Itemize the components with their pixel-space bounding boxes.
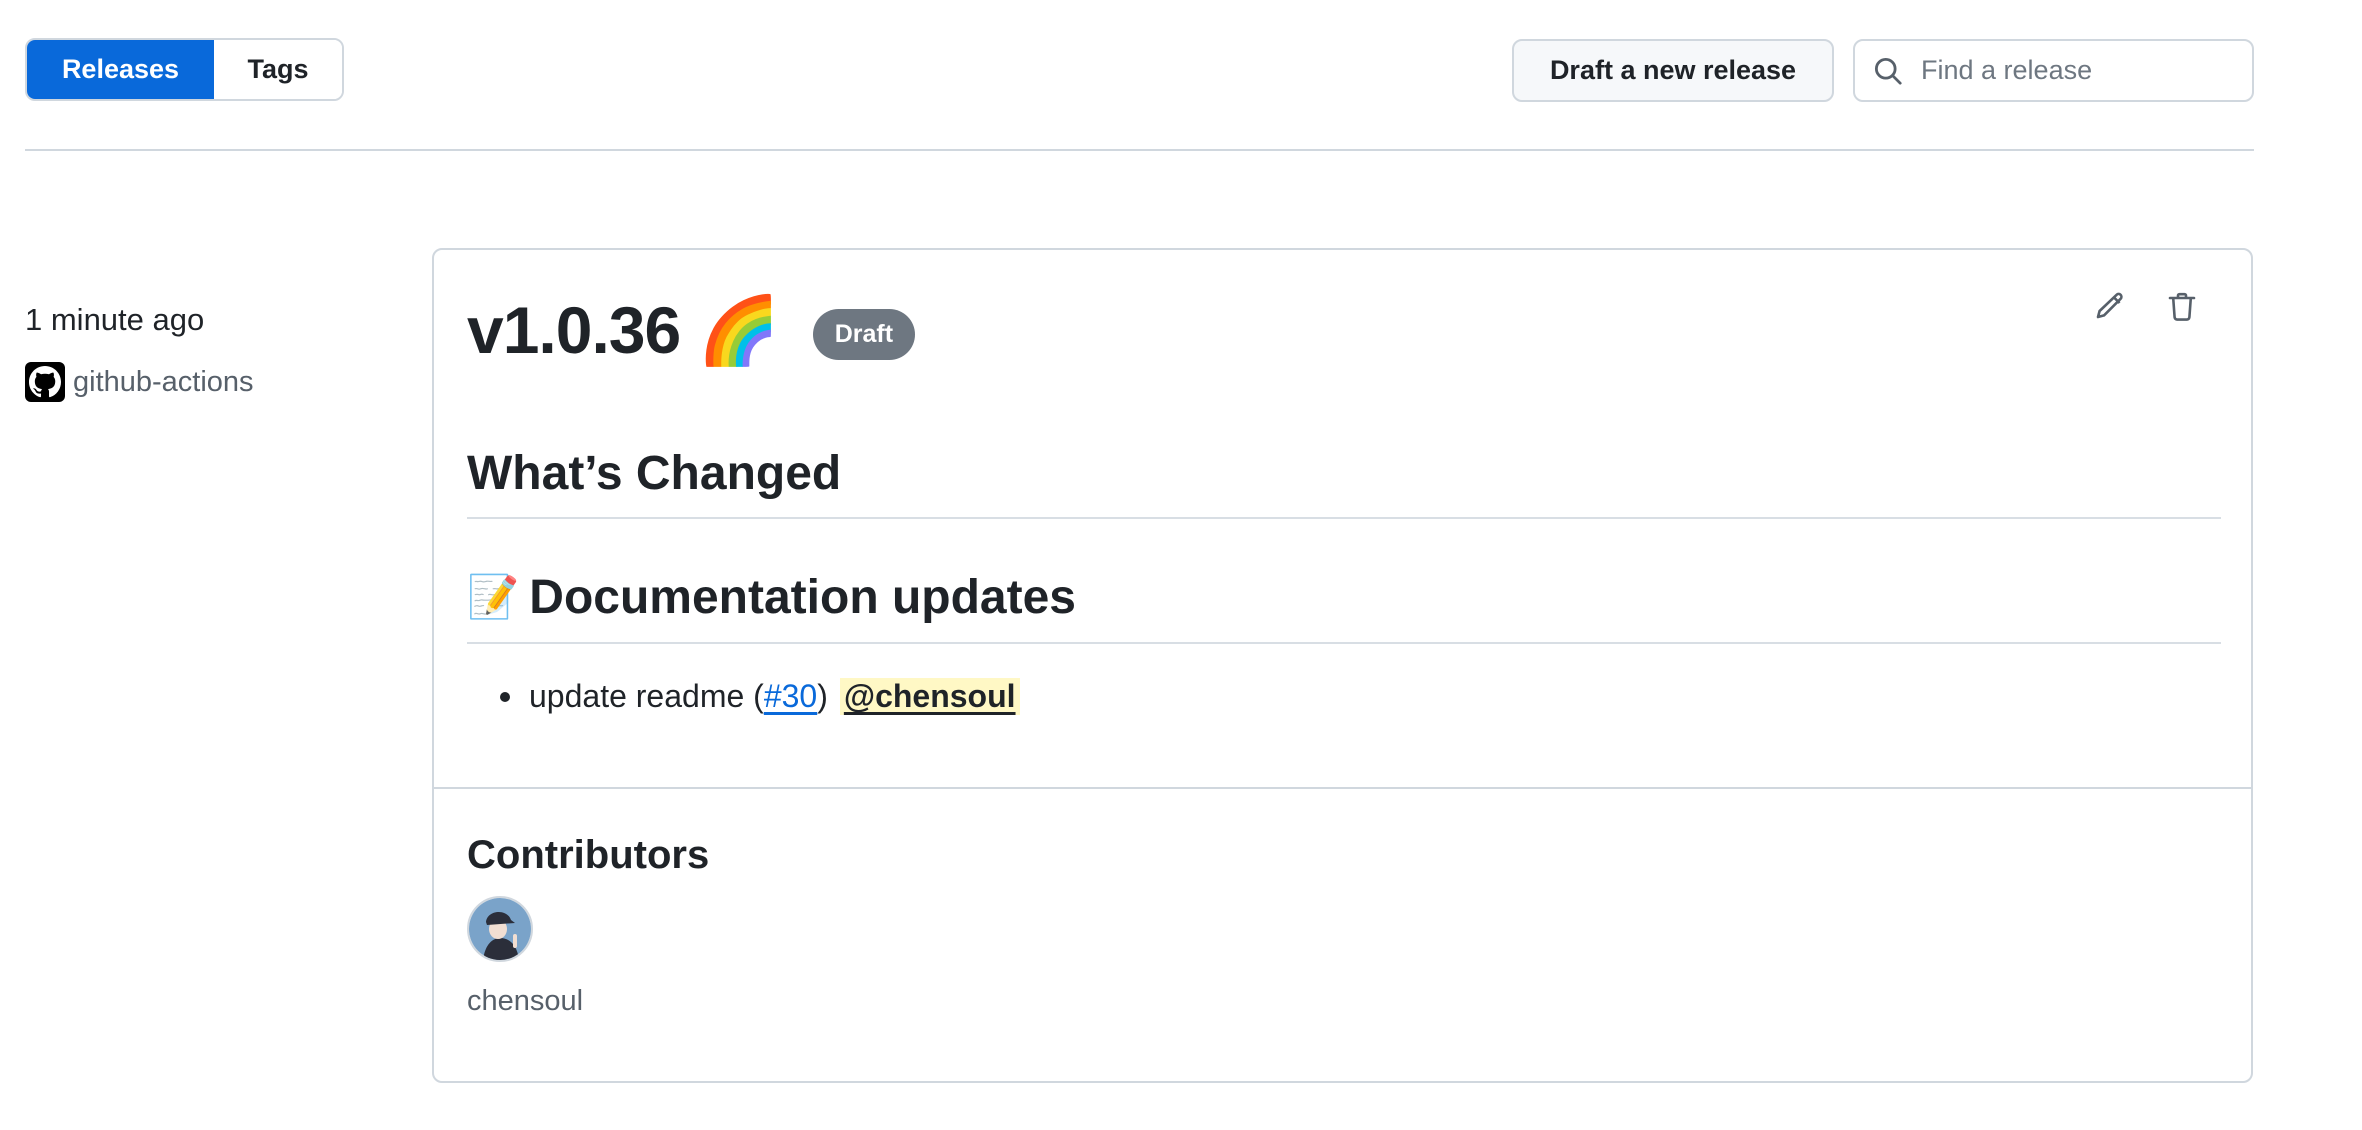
release-card: v1.0.36 🌈 Draft What’s Changed 📝 Documen… bbox=[432, 248, 2253, 1083]
change-text-close: ) bbox=[817, 678, 828, 714]
user-mention[interactable]: @chensoul bbox=[839, 678, 1020, 715]
search-input[interactable] bbox=[1919, 54, 2243, 87]
tab-releases[interactable]: Releases bbox=[27, 40, 214, 99]
author-link[interactable]: github-actions bbox=[73, 366, 254, 399]
github-logo-icon bbox=[25, 362, 65, 402]
avatar[interactable] bbox=[467, 896, 533, 962]
contributor-name[interactable]: chensoul bbox=[467, 985, 583, 1018]
contributors-heading: Contributors bbox=[467, 833, 710, 877]
pr-link[interactable]: #30 bbox=[764, 678, 817, 715]
list-item: update readme (#30) @chensoul bbox=[500, 678, 1020, 715]
draft-new-release-button[interactable]: Draft a new release bbox=[1512, 39, 1834, 102]
find-release-search bbox=[1853, 39, 2254, 102]
status-badge: Draft bbox=[812, 308, 916, 360]
bullet bbox=[500, 691, 510, 702]
pencil-icon bbox=[2096, 292, 2123, 319]
edit-button[interactable] bbox=[2093, 290, 2127, 324]
release-author: github-actions bbox=[25, 362, 254, 402]
header-divider bbox=[25, 149, 2254, 151]
section-heading: 📝 Documentation updates bbox=[467, 570, 1076, 625]
release-title[interactable]: v1.0.36 🌈 bbox=[467, 292, 780, 370]
release-time: 1 minute ago bbox=[25, 302, 205, 337]
trash-icon bbox=[2168, 292, 2196, 321]
whats-changed-heading: What’s Changed bbox=[467, 447, 842, 500]
card-divider bbox=[434, 787, 2251, 789]
search-icon bbox=[1874, 57, 1902, 85]
heading-rule bbox=[467, 517, 2221, 519]
tab-tags[interactable]: Tags bbox=[214, 40, 342, 99]
release-title-row: v1.0.36 🌈 Draft bbox=[467, 292, 916, 370]
section-heading-text: Documentation updates bbox=[529, 571, 1076, 624]
memo-icon: 📝 bbox=[467, 573, 520, 620]
delete-button[interactable] bbox=[2165, 290, 2199, 324]
change-list: update readme (#30) @chensoul bbox=[500, 678, 1020, 715]
contributor-avatar-image bbox=[469, 898, 531, 960]
section-rule bbox=[467, 642, 2221, 644]
releases-tags-switch: Releases Tags bbox=[25, 38, 344, 101]
change-text: update readme ( bbox=[529, 678, 764, 714]
release-actions bbox=[2093, 290, 2199, 324]
